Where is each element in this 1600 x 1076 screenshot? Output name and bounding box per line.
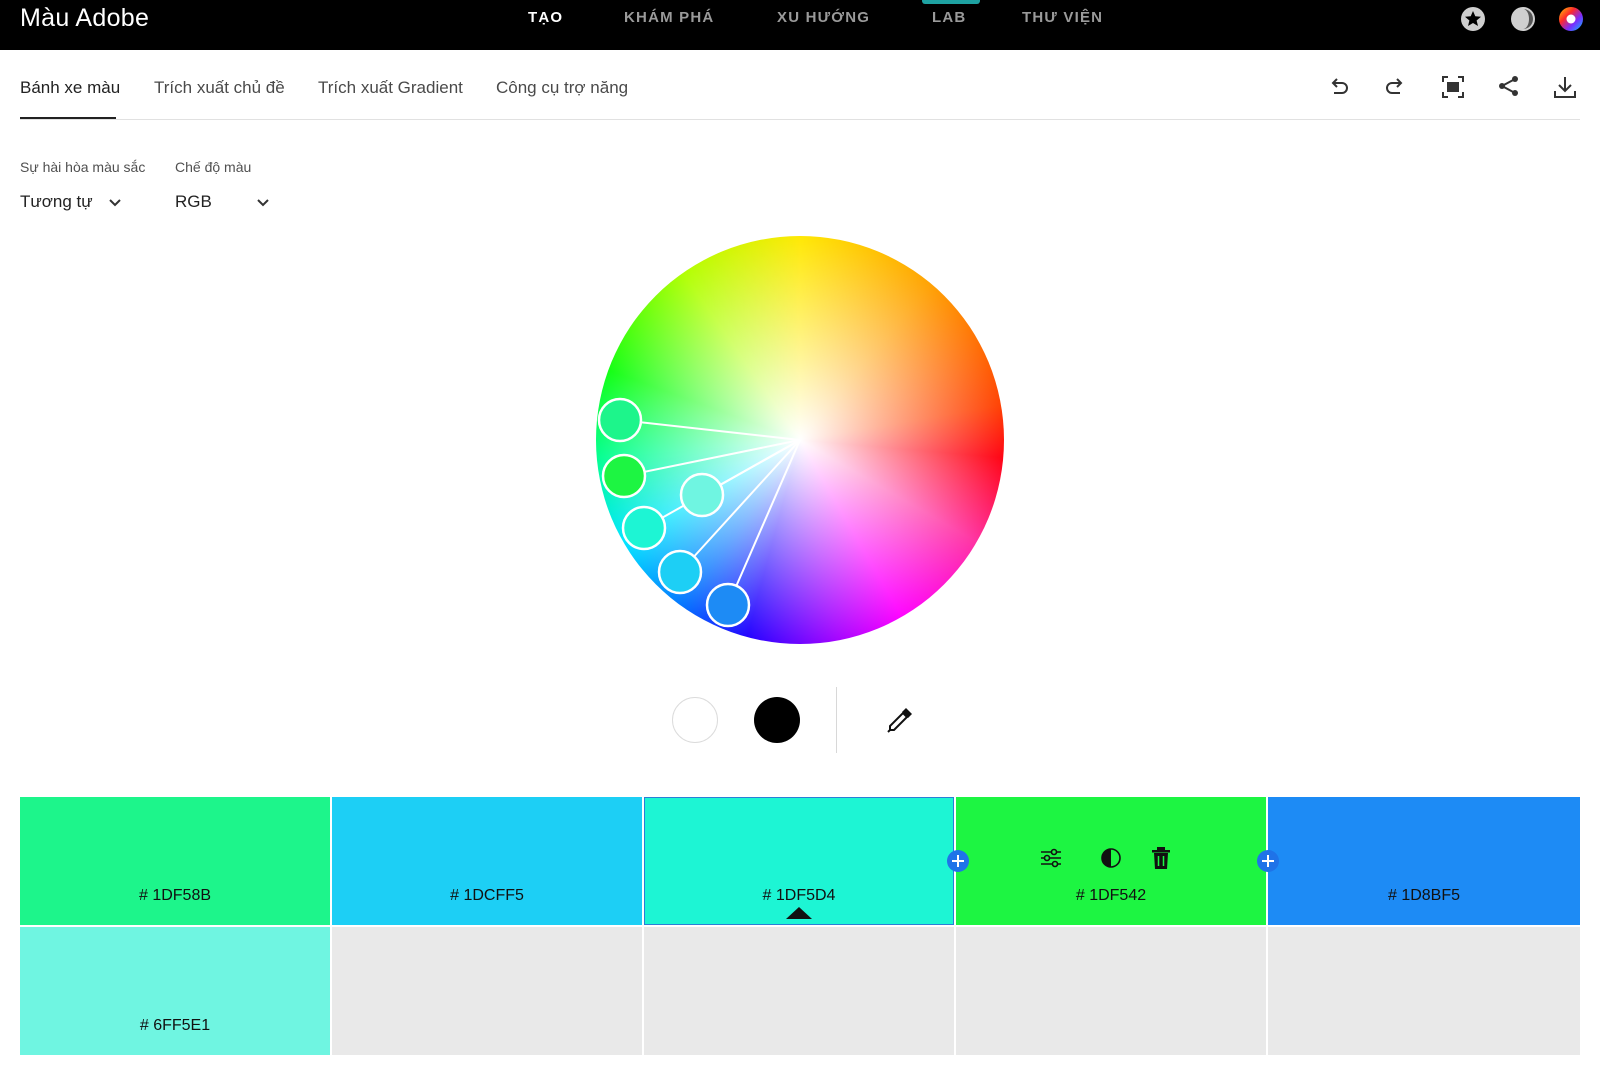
swatch-hex-label[interactable]: # 1DF542 xyxy=(956,887,1266,905)
wheel-handle-3[interactable] xyxy=(679,472,725,518)
topnav-lab[interactable]: LAB xyxy=(932,9,966,26)
color-wheel-profile-icon[interactable] xyxy=(1558,6,1584,32)
app-title[interactable]: Màu Adobe xyxy=(20,4,149,33)
wheel-handle-1[interactable] xyxy=(597,397,643,443)
color-wheel-handles[interactable] xyxy=(596,236,1004,644)
empty-swatch-slot xyxy=(332,927,642,1055)
harmony-select[interactable]: Tương tự xyxy=(20,192,93,212)
topnav-explore[interactable]: KHÁM PHÁ xyxy=(624,9,714,26)
wheel-handle-5[interactable] xyxy=(657,549,703,595)
star-icon[interactable] xyxy=(1460,6,1486,32)
subtabs-divider xyxy=(20,119,1580,120)
color-mode-label: Chế độ màu xyxy=(175,159,252,175)
sliders-icon[interactable] xyxy=(1038,845,1064,871)
swatch-5[interactable]: # 1D8BF5 xyxy=(1268,797,1580,925)
tab-extract-theme[interactable]: Trích xuất chủ đề xyxy=(154,78,285,98)
swatch-4[interactable]: # 1DF542 xyxy=(956,797,1266,925)
white-brightness-button[interactable] xyxy=(672,697,718,743)
trash-icon[interactable] xyxy=(1148,845,1174,871)
topnav-library[interactable]: THƯ VIỆN xyxy=(1022,9,1103,26)
top-bar: Màu Adobe TẠO KHÁM PHÁ XU HƯỚNG LAB THƯ … xyxy=(0,0,1600,50)
swatch-2[interactable]: # 1DCFF5 xyxy=(332,797,642,925)
fullscreen-icon[interactable] xyxy=(1440,74,1466,100)
lab-indicator xyxy=(922,0,980,4)
redo-icon[interactable] xyxy=(1382,74,1408,100)
black-brightness-button[interactable] xyxy=(754,697,800,743)
selected-indicator xyxy=(786,907,812,919)
download-icon[interactable] xyxy=(1552,74,1578,100)
contrast-moon-icon[interactable] xyxy=(1510,6,1536,32)
chevron-down-icon[interactable] xyxy=(256,196,270,210)
harmony-label: Sự hài hòa màu sắc xyxy=(20,159,146,175)
topnav-trends[interactable]: XU HƯỚNG xyxy=(777,9,870,26)
undo-icon[interactable] xyxy=(1326,74,1352,100)
shade-swatch-1[interactable]: # 6FF5E1 xyxy=(20,927,330,1055)
empty-swatch-slot xyxy=(956,927,1266,1055)
swatch-hex-label[interactable]: # 1DCFF5 xyxy=(332,887,642,905)
tab-extract-gradient[interactable]: Trích xuất Gradient xyxy=(318,78,463,98)
tab-color-wheel[interactable]: Bánh xe màu xyxy=(20,78,120,98)
empty-swatch-slot xyxy=(1268,927,1580,1055)
add-swatch-button[interactable] xyxy=(947,850,969,872)
swatch-hex-label[interactable]: # 1DF58B xyxy=(20,887,330,905)
swatch-1[interactable]: # 1DF58B xyxy=(20,797,330,925)
controls-divider xyxy=(836,687,837,753)
swatch-tools xyxy=(956,845,1266,875)
color-wheel[interactable] xyxy=(596,236,1004,644)
swatch-hex-label[interactable]: # 1D8BF5 xyxy=(1268,887,1580,905)
share-icon[interactable] xyxy=(1496,74,1522,100)
tab-accessibility-tools[interactable]: Công cụ trợ năng xyxy=(496,78,628,98)
empty-swatch-slot xyxy=(644,927,954,1055)
topnav-create[interactable]: TẠO xyxy=(528,9,563,26)
swatch-hex-label[interactable]: # 6FF5E1 xyxy=(20,1017,330,1035)
set-base-color-icon[interactable] xyxy=(1098,845,1124,871)
wheel-handle-2[interactable] xyxy=(601,453,647,499)
color-mode-select[interactable]: RGB xyxy=(175,192,212,212)
swatch-3-selected[interactable]: # 1DF5D4 xyxy=(644,797,954,925)
eyedropper-icon[interactable] xyxy=(884,704,916,736)
wheel-handle-6[interactable] xyxy=(705,582,751,628)
wheel-handle-4[interactable] xyxy=(621,505,667,551)
swatch-hex-label[interactable]: # 1DF5D4 xyxy=(644,887,954,905)
add-swatch-button[interactable] xyxy=(1257,850,1279,872)
chevron-down-icon[interactable] xyxy=(108,196,122,210)
